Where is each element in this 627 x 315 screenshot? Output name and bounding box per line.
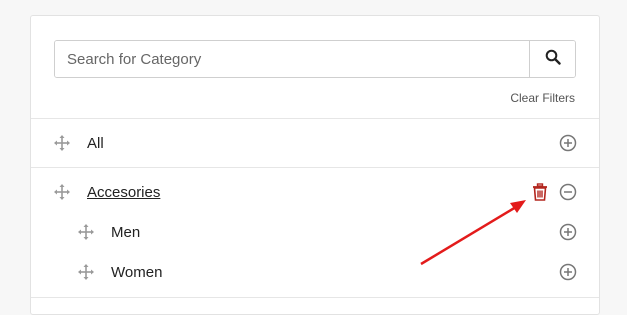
drag-handle-icon[interactable] — [54, 184, 70, 200]
category-label: Women — [111, 263, 163, 281]
category-row-women: Women — [31, 257, 599, 287]
divider — [31, 297, 599, 298]
search-icon — [545, 49, 561, 70]
category-filter-panel: Clear Filters All — [30, 15, 600, 315]
category-row-accesories: Accesories — [31, 177, 599, 207]
plus-circle-icon[interactable] — [559, 263, 577, 281]
trash-icon[interactable] — [531, 183, 549, 201]
drag-handle-icon[interactable] — [78, 264, 94, 280]
category-row-all: All — [31, 128, 599, 158]
divider — [31, 167, 599, 168]
drag-handle-icon[interactable] — [78, 224, 94, 240]
clear-filters-link[interactable]: Clear Filters — [510, 91, 575, 105]
category-label: All — [87, 134, 104, 152]
plus-circle-icon[interactable] — [559, 223, 577, 241]
drag-handle-icon[interactable] — [54, 135, 70, 151]
search-button[interactable] — [529, 41, 575, 77]
minus-circle-icon[interactable] — [559, 183, 577, 201]
category-label[interactable]: Accesories — [87, 184, 160, 201]
divider — [31, 118, 599, 119]
category-label: Men — [111, 223, 141, 241]
search-input[interactable] — [55, 41, 529, 77]
category-row-men: Men — [31, 217, 599, 247]
plus-circle-icon[interactable] — [559, 134, 577, 152]
search-bar — [54, 40, 576, 78]
